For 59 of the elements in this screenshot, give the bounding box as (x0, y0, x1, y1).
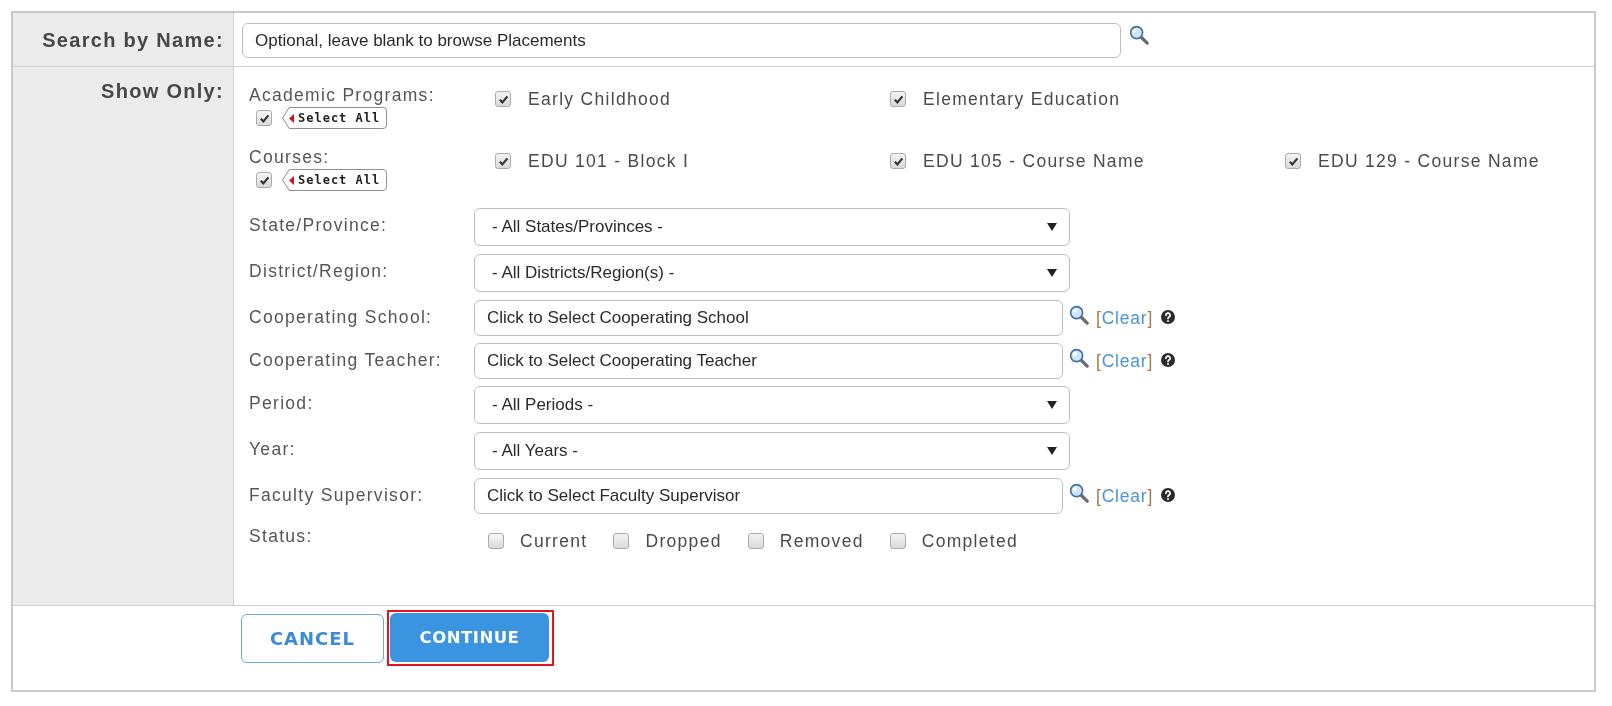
triangle-icon (289, 113, 294, 123)
search-icon[interactable] (1069, 483, 1089, 503)
help-icon[interactable] (1161, 353, 1176, 367)
field-label: Cooperating School: (249, 306, 434, 328)
cancel-button[interactable]: CANCEL (241, 614, 384, 663)
clear-link[interactable]: [Clear] (1096, 350, 1154, 372)
checkbox[interactable] (890, 153, 906, 169)
help-icon[interactable] (1161, 310, 1176, 324)
caret-icon (1047, 447, 1057, 455)
caret-icon (1047, 401, 1057, 409)
caret-icon (1047, 223, 1057, 231)
field-label: Status: (249, 525, 314, 547)
field-label: State/Province: (249, 214, 389, 236)
field-label: Period: (249, 392, 315, 414)
clear-link[interactable]: [Clear] (1096, 307, 1154, 329)
clear-link[interactable]: [Clear] (1096, 485, 1154, 507)
search-field[interactable]: Optional, leave blank to browse Placements (242, 23, 1121, 58)
help-icon[interactable] (1161, 488, 1176, 502)
field-label: District/Region: (249, 260, 390, 282)
checkbox[interactable] (890, 91, 906, 107)
option-label: EDU 105 - Course Name (923, 150, 1145, 172)
field-label: Courses: (249, 146, 331, 168)
option-label: Dropped (645, 530, 722, 552)
row-header: Show Only: (101, 79, 224, 103)
option-label: EDU 129 - Course Name (1318, 150, 1540, 172)
dropdown[interactable]: - All Years - (474, 432, 1070, 470)
search-icon[interactable] (1129, 25, 1149, 45)
checkbox[interactable] (488, 533, 504, 549)
checkbox[interactable] (747, 533, 764, 549)
select-all-button[interactable]: Select All (282, 169, 388, 191)
option-label: EDU 101 - Block I (528, 150, 690, 172)
checkbox[interactable] (1285, 153, 1301, 169)
field-label: Faculty Supervisor: (249, 484, 425, 506)
field-label: Academic Programs: (249, 84, 436, 106)
field-label: Year: (249, 438, 297, 460)
dropdown[interactable]: - All Periods - (474, 386, 1070, 424)
option-label: Current (520, 530, 588, 552)
row-header: Search by Name: (42, 27, 224, 52)
caret-icon (1047, 269, 1057, 277)
option-label: Early Childhood (528, 88, 672, 110)
field-label: Cooperating Teacher: (249, 349, 443, 371)
lookup-field[interactable]: Click to Select Cooperating Teacher (474, 343, 1063, 379)
triangle-icon (289, 175, 294, 185)
checkbox[interactable] (495, 153, 511, 169)
lookup-field[interactable]: Click to Select Cooperating School (474, 300, 1063, 336)
option-label: Elementary Education (923, 88, 1121, 110)
search-icon[interactable] (1069, 305, 1089, 325)
lookup-field[interactable]: Click to Select Faculty Supervisor (474, 478, 1063, 514)
option-label: Removed (779, 530, 864, 552)
checkbox[interactable] (889, 533, 906, 549)
select-all-button[interactable]: Select All (282, 107, 388, 129)
checkbox[interactable] (256, 172, 272, 188)
option-label: Completed (921, 530, 1019, 552)
checkbox[interactable] (613, 533, 630, 549)
dropdown[interactable]: - All Districts/Region(s) - (474, 254, 1070, 292)
search-icon[interactable] (1069, 348, 1089, 368)
checkbox[interactable] (256, 110, 272, 126)
dropdown[interactable]: - All States/Provinces - (474, 208, 1070, 246)
checkbox[interactable] (495, 91, 511, 107)
